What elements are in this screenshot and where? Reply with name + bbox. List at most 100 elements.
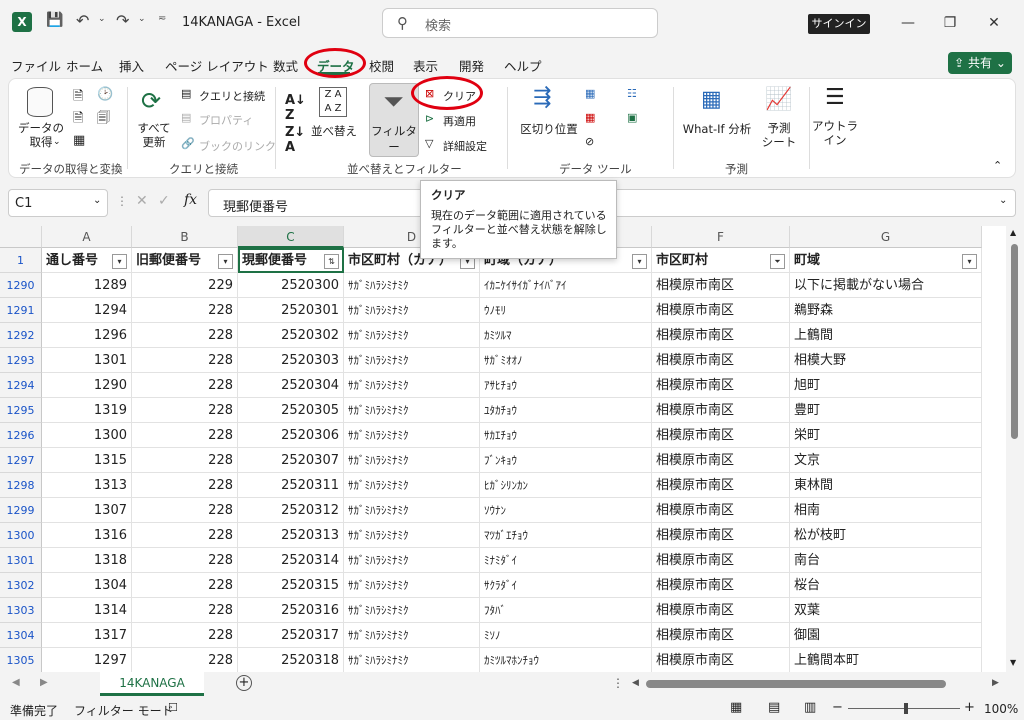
sort-button[interactable]: 並べ替え: [309, 123, 359, 139]
grid-cell-d[interactable]: ｻｶﾞﾐﾊﾗｼﾐﾅﾐｸ: [344, 273, 480, 298]
grid-cell-d[interactable]: ｻｶﾞﾐﾊﾗｼﾐﾅﾐｸ: [344, 448, 480, 473]
scroll-up-icon[interactable]: ▲: [1010, 228, 1016, 237]
row-header[interactable]: 1291: [0, 298, 42, 323]
col-header-g[interactable]: G: [790, 226, 982, 248]
grid-cell-e[interactable]: ｶﾐﾂﾙﾏ: [480, 323, 652, 348]
grid-cell-d[interactable]: ｻｶﾞﾐﾊﾗｼﾐﾅﾐｸ: [344, 573, 480, 598]
filter-dropdown-b-icon[interactable]: ▾: [218, 254, 233, 269]
forecast-sheet-button[interactable]: 予測 シート: [757, 121, 801, 149]
grid-cell-d[interactable]: ｻｶﾞﾐﾊﾗｼﾐﾅﾐｸ: [344, 598, 480, 623]
grid-cell-a[interactable]: 1296: [42, 323, 132, 348]
grid-cell-f[interactable]: 相模原市南区: [652, 373, 790, 398]
grid-cell-c[interactable]: 2520303: [238, 348, 344, 373]
grid-cell-g[interactable]: 南台: [790, 548, 982, 573]
row-header[interactable]: 1304: [0, 623, 42, 648]
row-header[interactable]: 1298: [0, 473, 42, 498]
grid-cell-g[interactable]: 上鶴間: [790, 323, 982, 348]
filter-dropdown-c-icon[interactable]: ⇅: [324, 254, 339, 269]
grid-cell-c[interactable]: 2520306: [238, 423, 344, 448]
zoom-slider-thumb[interactable]: [904, 703, 908, 714]
grid-cell-d[interactable]: ｻｶﾞﾐﾊﾗｼﾐﾅﾐｸ: [344, 423, 480, 448]
horizontal-scroll-thumb[interactable]: [646, 680, 946, 688]
from-text-icon[interactable]: 🗎: [73, 87, 83, 109]
grid-cell-e[interactable]: ﾋｶﾞｼﾘﾝｶﾝ: [480, 473, 652, 498]
tab-review[interactable]: 校閲: [369, 56, 394, 75]
scroll-right-icon[interactable]: ▶: [992, 678, 999, 688]
col-header-b[interactable]: B: [132, 226, 238, 248]
sort-ascending-icon[interactable]: A↓ Z: [285, 93, 306, 123]
row-header[interactable]: 1292: [0, 323, 42, 348]
zoom-in-icon[interactable]: +: [964, 700, 975, 715]
grid-cell-g[interactable]: 以下に掲載がない場合: [790, 273, 982, 298]
grid-cell-e[interactable]: ｱｻﾋﾁｮｳ: [480, 373, 652, 398]
col-header-c[interactable]: C: [238, 226, 344, 248]
grid-cell-e[interactable]: ﾌﾞﾝｷｮｳ: [480, 448, 652, 473]
recent-sources-icon[interactable]: 🕑: [97, 87, 113, 102]
grid-cell-b[interactable]: 228: [132, 623, 238, 648]
grid-cell-c[interactable]: 2520305: [238, 398, 344, 423]
grid-cell-g[interactable]: 桜台: [790, 573, 982, 598]
grid-cell-a[interactable]: 1301: [42, 348, 132, 373]
grid-cell-b[interactable]: 228: [132, 573, 238, 598]
tab-view[interactable]: 表示: [413, 56, 438, 75]
col-header-a[interactable]: A: [42, 226, 132, 248]
grid-cell-f[interactable]: 相模原市南区: [652, 573, 790, 598]
sheet-options-icon[interactable]: ⋮: [612, 676, 624, 690]
flash-fill-icon[interactable]: ▦: [585, 87, 595, 100]
row-header[interactable]: 1294: [0, 373, 42, 398]
grid-cell-b[interactable]: 228: [132, 323, 238, 348]
grid-cell-e[interactable]: ｻｶｴﾁｮｳ: [480, 423, 652, 448]
row-header[interactable]: 1290: [0, 273, 42, 298]
row-header[interactable]: 1303: [0, 598, 42, 623]
grid-cell-f[interactable]: 相模原市南区: [652, 498, 790, 523]
existing-connections-icon[interactable]: 🗐: [97, 109, 110, 131]
grid-cell-b[interactable]: 228: [132, 348, 238, 373]
grid-cell-b[interactable]: 228: [132, 298, 238, 323]
prev-sheet-icon[interactable]: ◀: [12, 677, 20, 688]
grid-cell-d[interactable]: ｻｶﾞﾐﾊﾗｼﾐﾅﾐｸ: [344, 348, 480, 373]
grid-cell-f[interactable]: 相模原市南区: [652, 473, 790, 498]
filter-dropdown-g-icon[interactable]: ▾: [962, 254, 977, 269]
grid-cell-e[interactable]: ﾏﾂｶﾞｴﾁｮｳ: [480, 523, 652, 548]
vertical-scrollbar[interactable]: ▲ ▼: [1006, 226, 1024, 672]
confirm-entry-icon[interactable]: ✓: [158, 193, 170, 209]
grid-cell-f[interactable]: 相模原市南区: [652, 423, 790, 448]
row-header[interactable]: 1293: [0, 348, 42, 373]
grid-cell-f[interactable]: 相模原市南区: [652, 448, 790, 473]
grid-cell-g[interactable]: 松が枝町: [790, 523, 982, 548]
row-header[interactable]: 1305: [0, 648, 42, 672]
data-model-icon[interactable]: ▣: [627, 111, 637, 124]
tab-help[interactable]: ヘルプ: [504, 56, 542, 75]
header-cell-g[interactable]: 町域: [790, 248, 982, 273]
what-if-button[interactable]: What-If 分析: [677, 121, 757, 137]
grid-cell-c[interactable]: 2520314: [238, 548, 344, 573]
redo-icon[interactable]: ↷: [116, 11, 129, 30]
grid-cell-d[interactable]: ｻｶﾞﾐﾊﾗｼﾐﾅﾐｸ: [344, 473, 480, 498]
grid-cell-a[interactable]: 1290: [42, 373, 132, 398]
grid-cell-c[interactable]: 2520316: [238, 598, 344, 623]
grid-cell-f[interactable]: 相模原市南区: [652, 648, 790, 672]
grid-cell-b[interactable]: 228: [132, 373, 238, 398]
grid-cell-c[interactable]: 2520315: [238, 573, 344, 598]
grid-cell-e[interactable]: ｳﾉﾓﾘ: [480, 298, 652, 323]
tab-insert[interactable]: 挿入: [119, 56, 144, 75]
name-box-dropdown-icon[interactable]: ⌄: [93, 195, 101, 206]
close-icon[interactable]: ✕: [974, 10, 1014, 36]
grid-cell-f[interactable]: 相模原市南区: [652, 598, 790, 623]
vertical-scroll-thumb[interactable]: [1011, 244, 1018, 439]
row-header[interactable]: 1301: [0, 548, 42, 573]
grid-cell-g[interactable]: 相模大野: [790, 348, 982, 373]
grid-cell-b[interactable]: 228: [132, 498, 238, 523]
grid-cell-d[interactable]: ｻｶﾞﾐﾊﾗｼﾐﾅﾐｸ: [344, 623, 480, 648]
grid-cell-d[interactable]: ｻｶﾞﾐﾊﾗｼﾐﾅﾐｸ: [344, 548, 480, 573]
advanced-button[interactable]: 詳細設定: [443, 138, 487, 154]
name-box[interactable]: C1 ⌄: [8, 189, 108, 217]
scroll-left-icon[interactable]: ◀: [632, 678, 639, 688]
signin-button[interactable]: サインイン: [808, 14, 870, 34]
grid-cell-e[interactable]: ｶﾐﾂﾙﾏﾎﾝﾁｮｳ: [480, 648, 652, 672]
grid-cell-g[interactable]: 旭町: [790, 373, 982, 398]
data-validation-icon[interactable]: ⊘: [585, 135, 594, 148]
sort-descending-icon[interactable]: Z↓ A: [285, 125, 305, 155]
grid-cell-g[interactable]: 鵜野森: [790, 298, 982, 323]
redo-dropdown-icon[interactable]: ⌄: [138, 14, 146, 24]
